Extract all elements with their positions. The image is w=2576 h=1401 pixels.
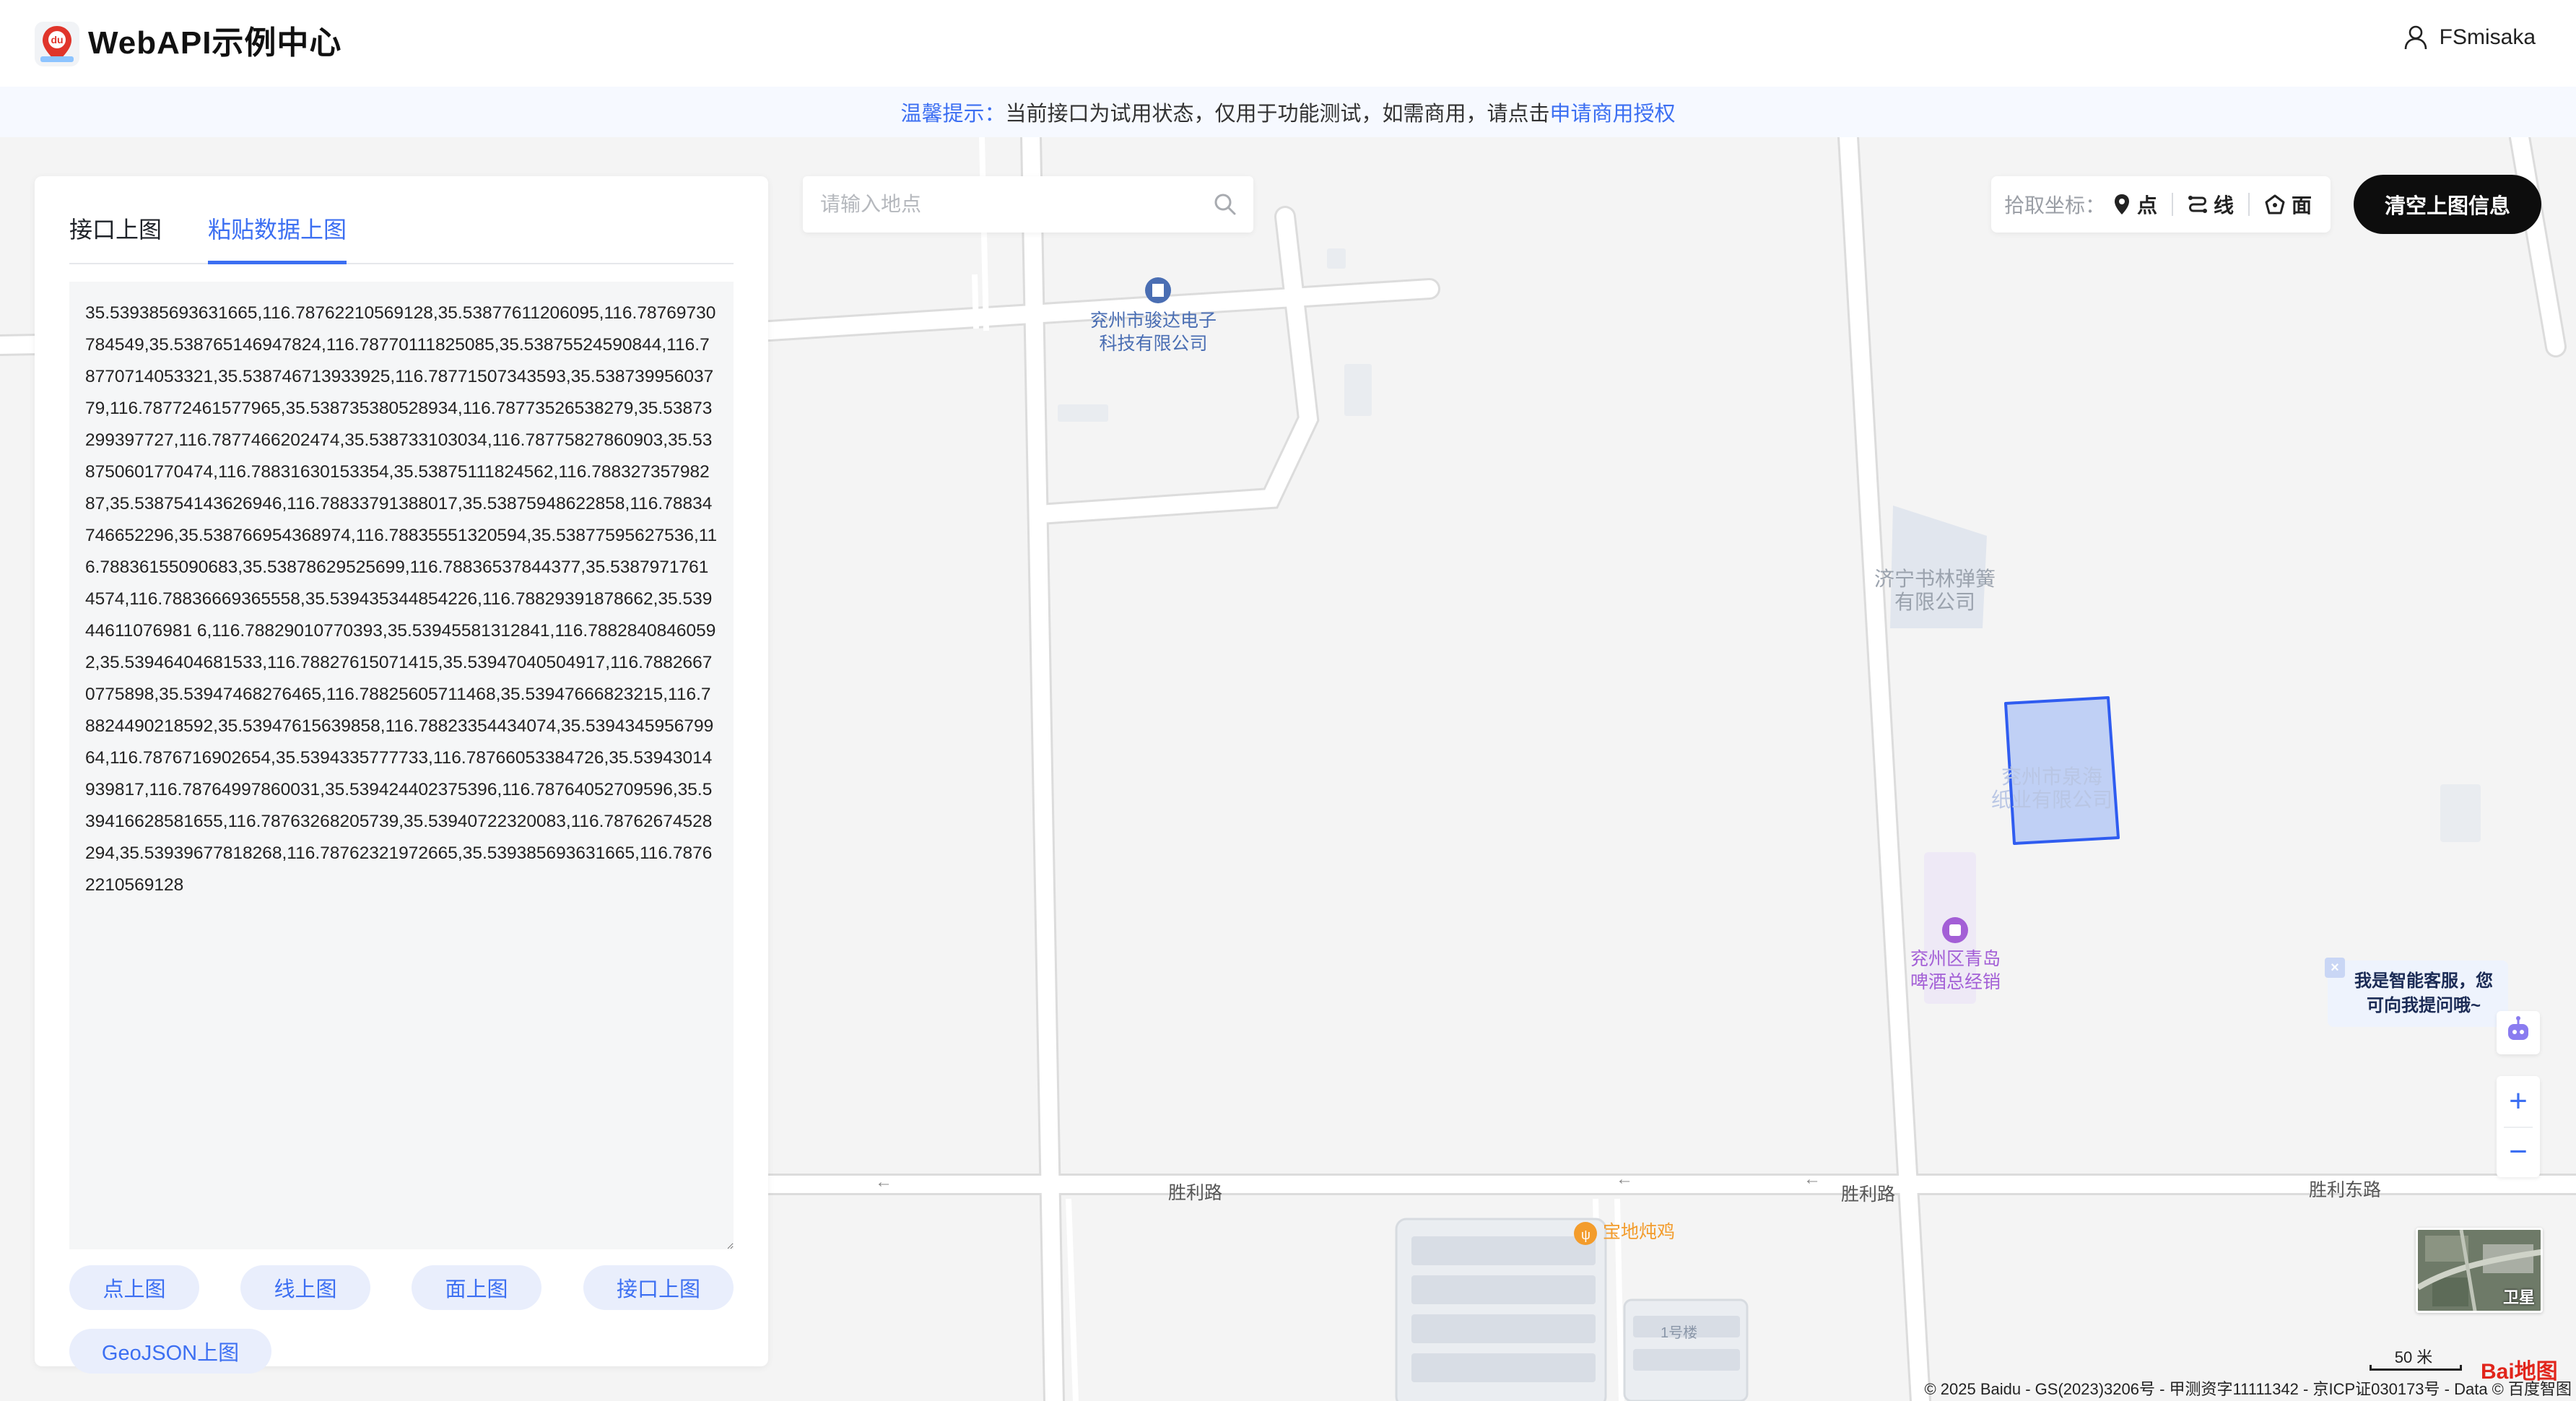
user-icon xyxy=(2404,25,2427,50)
pick-line-button[interactable]: 线 xyxy=(2180,190,2241,219)
place-search-box xyxy=(803,176,1253,233)
svg-text:←: ← xyxy=(1616,1169,1633,1189)
tab-paste-data-plot[interactable]: 粘贴数据上图 xyxy=(208,195,347,264)
map-label-road: 胜利路 xyxy=(1168,1183,1223,1203)
plot-geojson-button[interactable]: GeoJSON上图 xyxy=(69,1329,271,1374)
location-pin-icon xyxy=(2115,194,2130,214)
map-label-poi[interactable]: 济宁书林弹簧 有限公司 xyxy=(1874,568,1996,614)
zoom-out-button[interactable]: − xyxy=(2497,1127,2540,1177)
notice-text: 当前接口为试用状态，仅用于功能测试，如需商用，请点击 xyxy=(1005,103,1550,126)
divider xyxy=(2172,193,2174,216)
svg-text:du: du xyxy=(51,34,63,45)
place-search-input[interactable] xyxy=(820,176,1196,233)
tab-api-plot[interactable]: 接口上图 xyxy=(69,195,162,263)
svg-text:←: ← xyxy=(1803,1169,1821,1189)
map-copyright: © 2025 Baidu - GS(2023)3206号 - 甲测资字11111… xyxy=(1924,1380,2572,1398)
app-header: du WebAPI示例中心 FSmisaka xyxy=(0,0,2576,87)
pick-line-label: 线 xyxy=(2214,194,2235,217)
picker-label: 拾取坐标： xyxy=(2004,194,2106,217)
pick-polygon-button[interactable]: 面 xyxy=(2257,190,2319,219)
robot-icon xyxy=(2508,1016,2528,1040)
notice-prefix: 温馨提示： xyxy=(900,103,1006,126)
map-label-poi[interactable]: 兖州市骏达电子 科技有限公司 xyxy=(1090,309,1217,355)
map-label-poi[interactable]: 兖州市泉海 纸业有限公司 xyxy=(1991,765,2112,812)
svg-text:ψ: ψ xyxy=(1581,1228,1591,1242)
map-label-road: 胜利东路 xyxy=(2309,1180,2382,1200)
route-icon xyxy=(2188,196,2208,213)
assistant-robot-button[interactable] xyxy=(2497,1011,2540,1054)
map-scale-bar xyxy=(2370,1365,2462,1371)
coordinate-picker: 拾取坐标： 点 线 面 xyxy=(1991,176,2331,233)
apply-license-link[interactable]: 申请商用授权 xyxy=(1550,97,1676,127)
svg-text:←: ← xyxy=(875,1172,892,1192)
plot-api-button[interactable]: 接口上图 xyxy=(583,1265,734,1310)
app-title: WebAPI示例中心 xyxy=(88,25,342,61)
notice-bar: 温馨提示： 当前接口为试用状态，仅用于功能测试，如需商用，请点击 申请商用授权 xyxy=(0,87,2576,137)
polygon-icon xyxy=(2265,194,2285,214)
map-label-poi[interactable]: 宝地炖鸡 xyxy=(1603,1220,1675,1244)
assistant-text: 我是智能客服，您可向我提问哦~ xyxy=(2354,971,2493,1015)
close-icon[interactable]: × xyxy=(2325,958,2345,978)
pick-point-label: 点 xyxy=(2137,194,2158,217)
baidu-map-logo-icon[interactable]: du xyxy=(33,20,81,68)
plot-points-button[interactable]: 点上图 xyxy=(69,1265,199,1310)
zoom-in-button[interactable]: + xyxy=(2497,1076,2540,1127)
plot-line-button[interactable]: 线上图 xyxy=(240,1265,370,1310)
panel-tabs: 接口上图 粘贴数据上图 xyxy=(69,195,734,264)
zoom-control: + − xyxy=(2497,1076,2540,1177)
map-label-building: 1号楼 xyxy=(1661,1325,1698,1341)
satellite-label: 卫星 xyxy=(2502,1288,2535,1306)
divider xyxy=(2248,193,2250,216)
user-menu[interactable]: FSmisaka xyxy=(2403,25,2536,51)
map-label-road: 胜利路 xyxy=(1841,1184,1896,1205)
plot-polygon-button[interactable]: 面上图 xyxy=(412,1265,541,1310)
username: FSmisaka xyxy=(2439,25,2536,49)
satellite-toggle[interactable]: 卫星 xyxy=(2416,1228,2543,1313)
pick-point-button[interactable]: 点 xyxy=(2105,190,2164,219)
search-icon[interactable] xyxy=(1211,191,1239,218)
map-label-poi[interactable]: 兖州区青岛 啤酒总经销 xyxy=(1910,947,2001,994)
coordinate-data-input[interactable] xyxy=(69,282,734,1249)
data-panel: 接口上图 粘贴数据上图 点上图 线上图 面上图 接口上图 GeoJSON上图 xyxy=(35,176,768,1374)
pick-polygon-label: 面 xyxy=(2292,194,2312,217)
clear-map-button[interactable]: 清空上图信息 xyxy=(2354,175,2541,234)
assistant-tooltip[interactable]: × 我是智能客服，您可向我提问哦~ xyxy=(2325,958,2508,1027)
